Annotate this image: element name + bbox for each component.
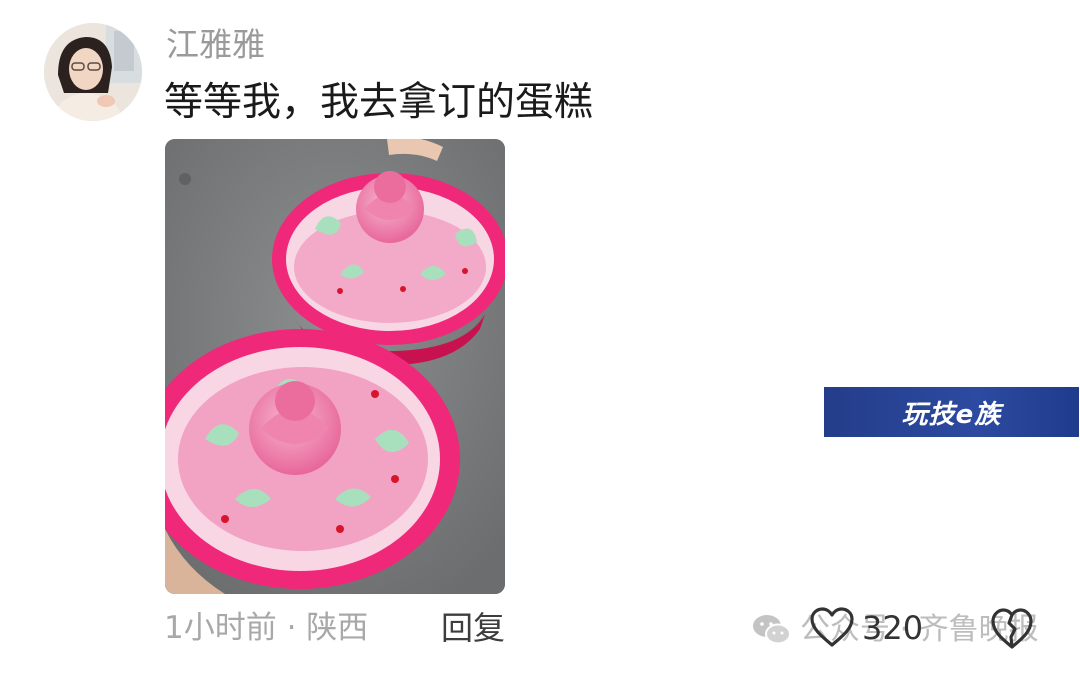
- broken-heart-outline-icon[interactable]: [990, 605, 1034, 651]
- comment-time-location: 1小时前 · 陕西: [164, 610, 369, 646]
- watermark-badge-text: 玩技e族: [901, 399, 1002, 430]
- watermark-badge: 玩技e族: [824, 387, 1079, 437]
- wechat-icon: [753, 615, 791, 645]
- comment-text: 等等我，我去拿订的蛋糕: [164, 80, 594, 125]
- cupcake-photo-image: [165, 139, 505, 594]
- avatar-photo-icon: [44, 23, 142, 121]
- heart-outline-icon[interactable]: [808, 605, 856, 649]
- comment-photo[interactable]: [165, 139, 505, 594]
- like-count: 320: [862, 609, 924, 647]
- reply-button[interactable]: 回复: [441, 606, 505, 650]
- comment-username[interactable]: 江雅雅: [166, 22, 265, 68]
- user-avatar[interactable]: [44, 23, 142, 121]
- comment-screen: 江雅雅 等等我，我去拿订的蛋糕 玩技e族 1小时前 · 陕西 回复 公众号 · …: [0, 0, 1080, 674]
